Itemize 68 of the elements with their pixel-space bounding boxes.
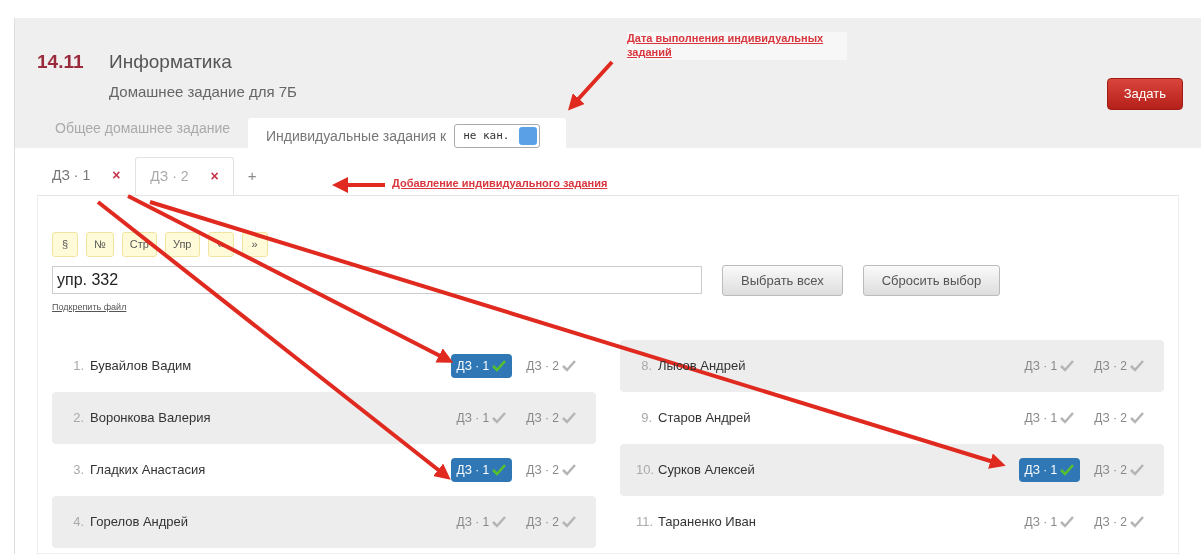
- check-icon: [492, 515, 507, 528]
- task-tab[interactable]: ДЗ · 2 ×: [135, 157, 234, 195]
- student-name: Воронкова Валерия: [90, 408, 212, 427]
- task-toggle[interactable]: ДЗ · 2: [520, 405, 582, 430]
- check-icon: [1060, 463, 1075, 476]
- check-icon: [1130, 515, 1144, 528]
- tab[interactable]: Индивидуальные задания к не кан.: [248, 118, 567, 148]
- check-icon: [562, 359, 576, 372]
- date-label: 14.11: [37, 50, 85, 74]
- toolbar-button[interactable]: Упр: [164, 232, 200, 257]
- task-toggle[interactable]: ДЗ · 1: [450, 353, 513, 378]
- task-toggle[interactable]: ДЗ · 1: [1018, 353, 1081, 378]
- task-toggle[interactable]: ДЗ · 1: [1018, 457, 1081, 482]
- attach-file-link[interactable]: Подкрепить файл: [52, 302, 127, 312]
- check-icon: [492, 359, 507, 372]
- task-toggle[interactable]: ДЗ · 1: [1018, 405, 1081, 430]
- check-icon: [1060, 359, 1075, 372]
- row-number: 1.: [72, 356, 84, 375]
- task-toggle[interactable]: ДЗ · 1: [450, 509, 513, 534]
- check-icon: [492, 411, 507, 424]
- task-toggle[interactable]: ДЗ · 2: [1088, 405, 1150, 430]
- assign-button[interactable]: Задать: [1106, 78, 1183, 110]
- task-toggle[interactable]: ДЗ · 1: [450, 405, 513, 430]
- add-tab-button[interactable]: +: [233, 156, 271, 195]
- task-toggle[interactable]: ДЗ · 2: [520, 509, 582, 534]
- task-toggle[interactable]: ДЗ · 2: [1088, 353, 1150, 378]
- check-icon: [492, 463, 507, 476]
- student-name: Гладких Анастасия: [90, 460, 207, 479]
- close-icon[interactable]: ×: [210, 166, 219, 187]
- task-toggle[interactable]: ДЗ · 2: [1088, 509, 1150, 534]
- task-input-field[interactable]: упр. 332: [52, 266, 702, 295]
- check-icon: [1060, 411, 1075, 424]
- close-icon[interactable]: ×: [112, 165, 121, 186]
- check-icon: [562, 411, 576, 424]
- check-icon: [1130, 463, 1144, 476]
- task-toggle[interactable]: ДЗ · 1: [450, 457, 513, 482]
- task-toggle[interactable]: ДЗ · 2: [520, 353, 582, 378]
- toolbar-button[interactable]: №: [86, 232, 114, 257]
- student-name: Тараненко Иван: [658, 512, 757, 531]
- student-name: Горелов Андрей: [90, 512, 190, 531]
- task-toggle[interactable]: ДЗ · 1: [1018, 509, 1081, 534]
- subject-title: Информатика: [109, 50, 232, 74]
- row-number: 8.: [640, 356, 652, 375]
- row-number: 10.: [636, 460, 652, 479]
- toolbar-button[interactable]: §: [52, 232, 78, 257]
- student-name: Старов Андрей: [658, 408, 752, 427]
- annotation-note: Добавление индивидуального задания: [392, 177, 608, 191]
- check-icon: [1130, 359, 1144, 372]
- row-number: 9.: [640, 408, 652, 427]
- check-icon: [562, 515, 576, 528]
- student-name: Сурков Алексей: [658, 460, 756, 479]
- row-number: 4.: [72, 512, 84, 531]
- row-number: 3.: [72, 460, 84, 479]
- check-icon: [562, 463, 576, 476]
- annotation-note: Дата выполнения индивидуальных заданий: [627, 32, 847, 60]
- row-number: 11.: [636, 512, 652, 531]
- row-number: 2.: [72, 408, 84, 427]
- annotation-arrow: [567, 60, 614, 111]
- reset-selection-button[interactable]: Сбросить выбор: [862, 264, 1001, 296]
- check-icon: [1060, 515, 1075, 528]
- homework-subtitle: Домашнее задание для 7Б: [109, 81, 297, 102]
- select-all-button[interactable]: Выбрать всех: [722, 264, 843, 296]
- date-select[interactable]: не кан.: [454, 124, 541, 148]
- spinner-icon: [519, 127, 538, 145]
- student-name: Бувайлов Вадим: [90, 356, 193, 375]
- check-icon: [1130, 411, 1144, 424]
- task-toggle[interactable]: ДЗ · 2: [520, 457, 582, 482]
- task-toggle[interactable]: ДЗ · 2: [1088, 457, 1150, 482]
